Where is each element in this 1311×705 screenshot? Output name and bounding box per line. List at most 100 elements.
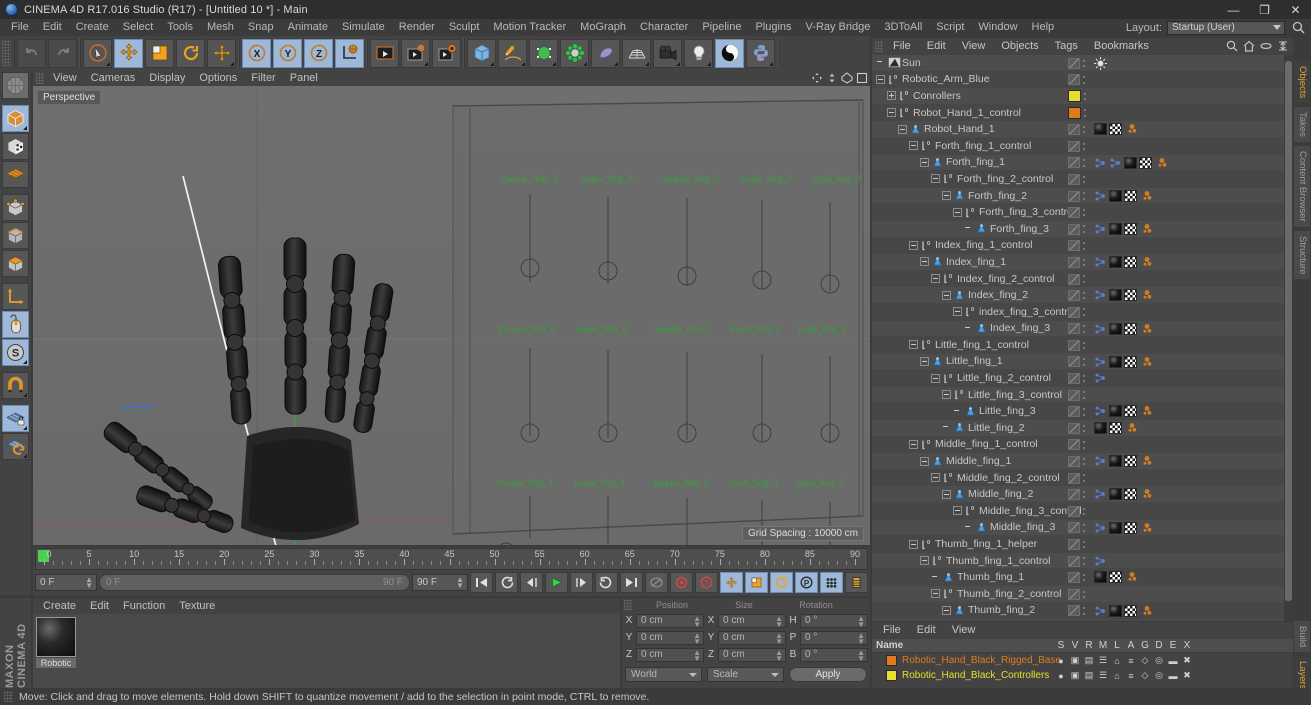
polygon-mode-button[interactable] [2,161,29,188]
texture-tag-icon[interactable] [1139,156,1152,169]
right-tab-build[interactable]: Build [1293,620,1311,654]
viewport-menu-panel[interactable]: Panel [283,70,325,86]
current-frame-field[interactable]: 0 F ▲ ▼ [35,573,97,591]
texture-tag-icon[interactable] [1109,123,1122,136]
object-row[interactable]: 0 Robot_Hand_1_control [872,104,1293,122]
visibility-toggle[interactable] [1068,74,1080,86]
visibility-dots-icon[interactable] [1083,340,1086,351]
maximize-button[interactable]: ❐ [1249,0,1280,19]
visibility-dots-icon[interactable] [1083,207,1086,218]
visibility-dots-icon[interactable] [1083,539,1086,550]
layer-color-swatch[interactable] [886,655,897,666]
visibility-toggle[interactable] [1068,157,1080,169]
visibility-toggle[interactable] [1068,522,1080,534]
material-tag-icon[interactable] [1109,222,1122,235]
object-row[interactable]: Index_fing_3 [872,320,1293,338]
constraint-tag-icon[interactable] [1094,323,1107,335]
visibility-dots-icon[interactable] [1083,489,1086,500]
coordinate-system-dropdown[interactable]: World [625,667,702,682]
visibility-toggle[interactable] [1068,339,1080,351]
z-axis-lock[interactable]: Z [304,38,333,68]
visibility-toggle[interactable] [1068,472,1080,484]
visibility-dots-icon[interactable] [1083,589,1086,600]
right-tab-structure[interactable]: Structure [1293,229,1311,281]
tree-expander[interactable] [942,489,951,499]
object-row[interactable]: 0 Index_fing_2_control [872,270,1293,288]
uvw-tag-icon[interactable] [1139,605,1152,617]
tree-expander[interactable] [931,589,940,599]
constraint-tag-icon[interactable] [1094,455,1107,467]
texture-tag-icon[interactable] [1124,521,1137,534]
add-spline-button[interactable] [498,38,527,68]
position-z-field[interactable]: 0 cm ▲ ▼ [636,647,704,662]
menu-item-pipeline[interactable]: Pipeline [695,19,748,36]
tool-expand-corner[interactable] [23,360,27,364]
model-mode-button[interactable] [2,105,29,132]
constraint-tag-icon[interactable] [1094,157,1107,169]
tool-expand-corner[interactable] [707,61,711,66]
light-tag-icon[interactable] [1094,56,1107,70]
spinner-icon[interactable]: ▲ ▼ [85,575,93,589]
object-row[interactable]: 0 Middle_fing_2_control [872,469,1293,487]
uvw-tag-icon[interactable] [1124,422,1137,434]
visibility-dots-icon[interactable] [1083,423,1086,434]
tool-expand-corner[interactable] [614,61,618,66]
tool-expand-corner[interactable] [521,61,525,66]
layer-flag-icon[interactable]: ● [1054,656,1068,666]
menu-item-motion-tracker[interactable]: Motion Tracker [486,19,573,36]
layer-color-swatch[interactable] [1068,107,1081,120]
viewport-menu-filter[interactable]: Filter [244,70,282,86]
layer-flag-icon[interactable]: ◇ [1138,670,1152,681]
layer-flag-icon[interactable]: ≡ [1124,671,1138,681]
constraint-tag-icon[interactable] [1094,289,1107,301]
object-row[interactable]: 0 Thumb_fing_1_helper [872,536,1293,553]
add-camera-button[interactable] [653,38,682,68]
menu-item-mograph[interactable]: MoGraph [573,19,633,36]
tree-expander[interactable] [909,439,918,449]
add-hair-button[interactable] [591,38,620,68]
visibility-toggle[interactable] [1068,57,1080,69]
material-menu-texture[interactable]: Texture [172,598,222,614]
menu-item-edit[interactable]: Edit [36,19,69,36]
add-light-button[interactable] [684,38,713,68]
menu-item-animate[interactable]: Animate [281,19,335,36]
layer-menu-view[interactable]: View [944,622,984,639]
constraint-tag-icon[interactable] [1094,488,1107,500]
visibility-dots-icon[interactable] [1083,58,1086,69]
tree-expander[interactable] [920,456,929,466]
edges-mode-button[interactable] [2,222,29,249]
scrollbar-thumb[interactable] [1285,61,1292,601]
layer-flag-icon[interactable]: ✖ [1180,655,1194,666]
x-axis-lock[interactable]: X [242,38,271,68]
scale-tool[interactable] [145,38,174,68]
uvw-tag-icon[interactable] [1139,323,1152,335]
tree-expander[interactable] [942,605,951,615]
spinner-icon[interactable]: ▲ ▼ [775,648,783,662]
texture-tag-icon[interactable] [1124,256,1137,269]
object-row[interactable]: Index_fing_2 [872,287,1293,304]
tree-expander[interactable] [942,290,951,300]
layer-menu-file[interactable]: File [875,622,909,639]
add-scene-button[interactable] [622,38,651,68]
texture-tag-icon[interactable] [1124,222,1137,235]
rotate-view-icon[interactable] [841,72,853,84]
go-to-previous-key-button[interactable] [495,571,518,593]
material-tag-icon[interactable] [1109,521,1122,534]
tree-expander[interactable] [920,556,929,566]
tool-expand-corner[interactable] [23,454,27,458]
object-row[interactable]: Middle_fing_1 [872,453,1293,470]
viewport-3d-canvas[interactable]: Y X Z Perspective Grid Spacing : 10000 c… [33,86,870,545]
layer-flag-icon[interactable]: ☰ [1096,670,1110,681]
visibility-dots-icon[interactable] [1083,257,1086,268]
go-to-start-button[interactable] [470,571,493,593]
right-tab-objects[interactable]: Objects [1293,60,1311,105]
constraint-tag-icon[interactable] [1094,256,1107,268]
material-tag-icon[interactable] [1124,156,1137,169]
tree-expander[interactable] [931,473,940,483]
undo-button[interactable] [17,38,46,68]
tree-expander[interactable] [953,506,962,516]
layer-color-swatch[interactable] [886,670,897,681]
layer-flag-icon[interactable]: ▤ [1082,670,1096,681]
right-tab-takes[interactable]: Takes [1293,106,1311,144]
object-row[interactable]: 0 Little_fing_2_control [872,370,1293,387]
